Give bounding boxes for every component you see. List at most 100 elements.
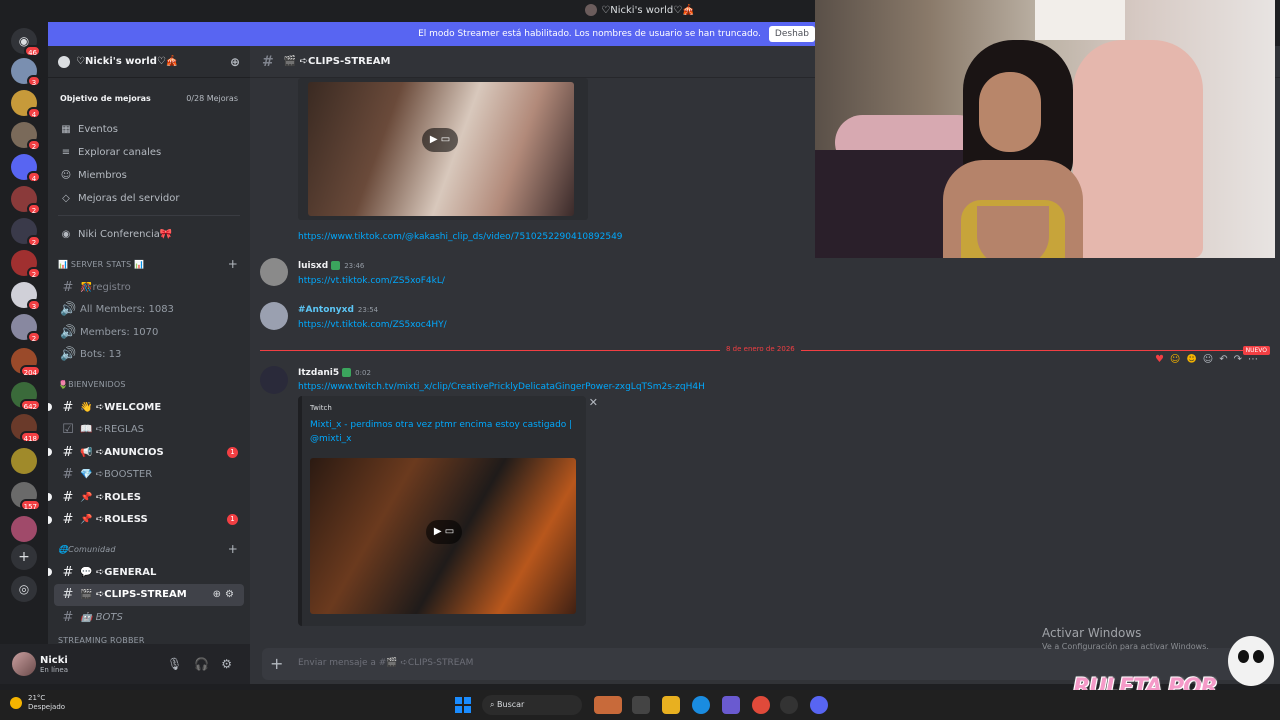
server-icon[interactable] — [11, 516, 37, 542]
channel-bots[interactable]: 🔊 Bots: 13 — [54, 344, 244, 367]
discord-icon[interactable] — [810, 696, 828, 714]
hash-icon: # — [62, 399, 74, 415]
avatar[interactable] — [260, 258, 288, 286]
server-icon[interactable]: 4 — [11, 154, 41, 183]
add-channel-icon[interactable]: + — [228, 542, 238, 556]
channel-clips-stream[interactable]: # 🎬 ➪CLIPS-STREAM ⊕⚙ — [54, 583, 244, 606]
start-icon[interactable] — [455, 697, 471, 713]
heart-reaction-icon[interactable]: ♥ — [1155, 354, 1164, 365]
discover-icon[interactable]: ◎ — [11, 576, 37, 602]
message-author[interactable]: Itzdani5 0:02 — [298, 368, 371, 378]
message-link[interactable]: https://www.twitch.tv/mixti_x/clip/Creat… — [298, 382, 705, 392]
category-server-stats[interactable]: 📊 SERVER STATS 📊 + — [48, 252, 250, 276]
video-embed[interactable]: ▶ ▭ — [298, 78, 588, 220]
gear-icon[interactable]: ⚙ — [221, 657, 232, 671]
server-icon[interactable]: 2 — [11, 314, 41, 343]
more-icon[interactable]: ⋯ — [1248, 354, 1258, 365]
channel-reglas[interactable]: ☑ 📖 ➪REGLAS — [54, 419, 244, 442]
chrome-icon[interactable] — [752, 696, 770, 714]
server-icon[interactable]: 3 — [11, 58, 41, 87]
direct-messages-icon[interactable]: ◉ 46 — [11, 28, 41, 57]
channel-roles[interactable]: # 📌 ➪ROLES — [48, 486, 244, 509]
webcam-overlay — [815, 0, 1275, 258]
server-icon[interactable]: 418 — [11, 414, 41, 443]
channel-name: 💬 ➪GENERAL — [80, 566, 157, 578]
channel-all-members[interactable]: 🔊 All Members: 1083 — [54, 299, 244, 322]
nav-members[interactable]: ☺ Miembros — [48, 164, 250, 187]
unread-badge: 642 — [19, 399, 41, 411]
add-channel-icon[interactable]: + — [228, 257, 238, 271]
channel-anuncios[interactable]: # 📢 ➪ANUNCIOS 1 — [48, 441, 244, 464]
star-eyes-reaction-icon[interactable]: ☻ — [1186, 354, 1196, 365]
disable-streamer-button[interactable]: Deshab — [768, 25, 815, 42]
app-icon[interactable] — [722, 696, 740, 714]
close-icon[interactable]: ✕ — [589, 396, 598, 409]
stage-channel[interactable]: ◉ Niki Conferencia🎀 — [48, 222, 250, 246]
play-icon[interactable]: ▶ ▭ — [422, 128, 458, 152]
server-icon[interactable]: 157 — [11, 482, 41, 511]
boost-goal[interactable]: Objetivo de mejoras 0/28 Mejoras — [48, 78, 250, 118]
play-icon[interactable]: ▶ ▭ — [426, 520, 462, 544]
channel-general[interactable]: # 💬 ➪GENERAL — [48, 561, 244, 584]
user-info[interactable]: Nicki En línea — [40, 655, 167, 674]
message-author[interactable]: luisxd 23:46 — [298, 261, 364, 271]
microphone-icon[interactable]: 🎙 — [167, 657, 182, 671]
channel-registro[interactable]: # 🎊registro — [54, 276, 244, 299]
unread-badge: 2 — [27, 267, 41, 279]
message-link[interactable]: https://vt.tiktok.com/ZS5xoc4HY/ — [298, 320, 447, 330]
channel-settings-icons[interactable]: ⊕⚙ — [213, 589, 238, 600]
embed-provider[interactable]: Twitch — [310, 404, 332, 412]
taskbar-search[interactable]: ⌕ Buscar — [482, 695, 582, 715]
obs-icon[interactable] — [780, 696, 798, 714]
channel-booster[interactable]: # 💎 ➪BOOSTER — [54, 464, 244, 487]
message-author[interactable]: #Antonyxd 23:54 — [298, 305, 378, 315]
channel-members[interactable]: 🔊 Members: 1070 — [54, 321, 244, 344]
server-icon[interactable]: 2 — [11, 218, 41, 247]
embed-title[interactable]: Mixti_x - perdimos otra vez ptmr encima … — [310, 418, 580, 446]
add-reaction-icon[interactable]: ☺ — [1203, 354, 1213, 365]
channel-bots-text[interactable]: # 🤖 BOTS — [54, 606, 244, 629]
channel-welcome[interactable]: # 👋 ➪WELCOME — [48, 396, 244, 419]
channel-roless[interactable]: # 📌 ➪ROLESS 1 — [48, 509, 244, 532]
avatar[interactable] — [260, 366, 288, 394]
server-name: ♡Nicki's world♡🎪 — [76, 56, 179, 67]
nav-explore-channels[interactable]: ≡ Explorar canales — [48, 141, 250, 164]
category-comunidad[interactable]: 🌐Comunidad + — [48, 537, 250, 561]
forward-icon[interactable]: ↷ — [1234, 354, 1242, 365]
edge-icon[interactable] — [692, 696, 710, 714]
server-icon[interactable]: 204 — [11, 348, 41, 377]
attach-icon[interactable]: + — [270, 654, 283, 673]
author-name[interactable]: Itzdani5 — [298, 368, 339, 378]
file-explorer-icon[interactable] — [662, 696, 680, 714]
add-server-icon[interactable]: + — [11, 544, 37, 570]
category-streaming[interactable]: STREAMING ROBBER — [48, 629, 250, 644]
invite-icon[interactable]: ⊕ — [230, 55, 240, 69]
server-header[interactable]: ♡Nicki's world♡🎪 ⊕ — [48, 46, 250, 78]
unread-badge: 418 — [19, 431, 41, 443]
widget-app-icon[interactable] — [594, 696, 622, 714]
nav-server-boost[interactable]: ◇ Mejoras del servidor — [48, 187, 250, 210]
server-icon[interactable]: 2 — [11, 186, 41, 215]
laugh-reaction-icon[interactable]: ☺ — [1170, 354, 1180, 365]
weather-widget[interactable]: 21°C Despejado — [10, 694, 65, 712]
server-icon[interactable]: 2 — [11, 250, 41, 279]
avatar[interactable] — [260, 302, 288, 330]
server-icon[interactable]: 3 — [11, 282, 41, 311]
server-icon[interactable]: 2 — [11, 122, 41, 151]
author-name[interactable]: luisxd — [298, 261, 328, 271]
server-icon[interactable]: 642 — [11, 382, 41, 411]
author-name[interactable]: #Antonyxd — [298, 305, 354, 315]
windows-activation-watermark: Activar Windows Ve a Configuración para … — [1042, 626, 1209, 651]
reply-icon[interactable]: ↶ — [1219, 354, 1227, 365]
category-bienvenidos[interactable]: 🌷BIENVENIDOS — [48, 372, 250, 396]
headphones-icon[interactable]: 🎧 — [194, 657, 209, 671]
task-view-icon[interactable] — [632, 696, 650, 714]
message-link[interactable]: https://www.tiktok.com/@kakashi_clip_ds/… — [298, 232, 623, 242]
server-icon[interactable] — [11, 448, 37, 474]
channel-name: 📖 ➪REGLAS — [80, 424, 145, 436]
avatar[interactable] — [12, 652, 36, 676]
nav-events[interactable]: ▦ Eventos — [48, 118, 250, 141]
message-link[interactable]: https://vt.tiktok.com/ZS5xoF4kL/ — [298, 276, 445, 286]
calendar-icon: ▦ — [61, 124, 71, 135]
server-icon[interactable]: 4 — [11, 90, 41, 119]
